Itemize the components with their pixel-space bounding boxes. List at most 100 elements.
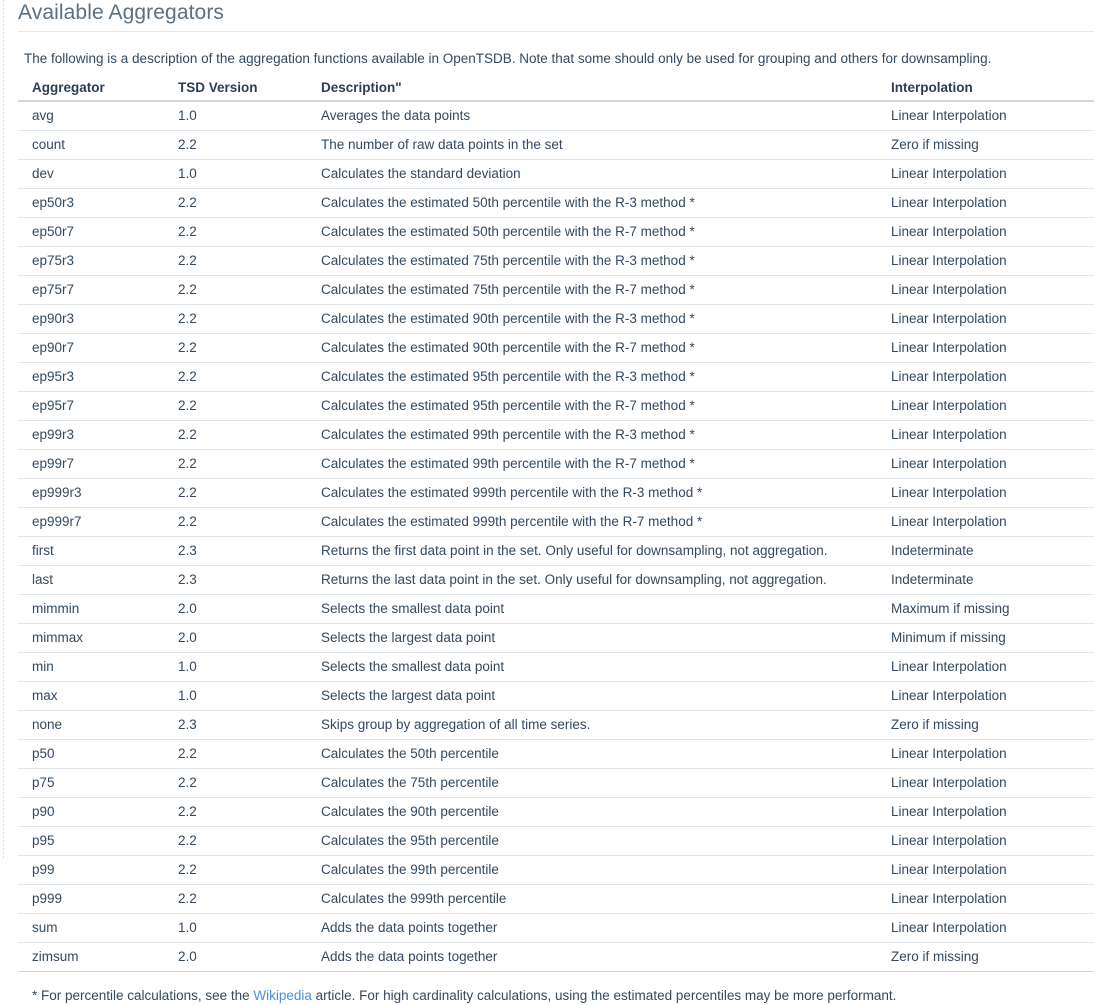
table-row: p75 2.2 Calculates the 75th percentile Line… — [18, 768, 1094, 798]
cell-interpolation: Linear Interpolation — [877, 652, 1094, 682]
cell-version: 2.2 — [164, 884, 307, 914]
cell-version: 2.2 — [164, 188, 307, 218]
column-header-aggregator[interactable]: Aggregator — [18, 78, 164, 102]
table-row: first 2.3 Returns the first data point in … — [18, 536, 1094, 566]
cell-version: 2.2 — [164, 275, 307, 305]
cell-aggregator: ep99r3 — [18, 420, 164, 450]
table-row: ep95r3 2.2 Calculates the estimated 95th p… — [18, 362, 1094, 392]
table-row: dev 1.0 Calculates the standard deviation L… — [18, 159, 1094, 189]
cell-interpolation: Linear Interpolation — [877, 304, 1094, 334]
cell-interpolation: Linear Interpolation — [877, 420, 1094, 450]
table-row: avg 1.0 Averages the data points Linear Int… — [18, 101, 1094, 131]
cell-version: 2.0 — [164, 623, 307, 653]
cell-aggregator: p50 — [18, 739, 164, 769]
cell-aggregator: max — [18, 681, 164, 711]
cell-description: Selects the largest data point — [307, 681, 877, 711]
table-row: ep90r7 2.2 Calculates the estimated 90th p… — [18, 333, 1094, 363]
table-header: Aggregator TSD Version Description" Inte… — [18, 78, 1094, 102]
cell-aggregator: ep50r3 — [18, 188, 164, 218]
cell-description: Calculates the 50th percentile — [307, 739, 877, 769]
cell-interpolation: Linear Interpolation — [877, 478, 1094, 508]
cell-interpolation: Indeterminate — [877, 536, 1094, 566]
aggregators-table: Aggregator TSD Version Description" Inte… — [18, 78, 1094, 972]
table-row: ep99r7 2.2 Calculates the estimated 99th p… — [18, 449, 1094, 479]
cell-description: Adds the data points together — [307, 913, 877, 943]
table-row: max 1.0 Selects the largest data point Line… — [18, 681, 1094, 711]
column-header-tsd-version[interactable]: TSD Version — [164, 78, 307, 102]
cell-version: 1.0 — [164, 652, 307, 682]
table-row: mimmin 2.0 Selects the smallest data point… — [18, 594, 1094, 624]
cell-version: 2.2 — [164, 130, 307, 160]
cell-interpolation: Linear Interpolation — [877, 217, 1094, 247]
cell-aggregator: ep90r3 — [18, 304, 164, 334]
table-row: sum 1.0 Adds the data points together Linea… — [18, 913, 1094, 943]
cell-interpolation: Linear Interpolation — [877, 246, 1094, 276]
cell-interpolation: Linear Interpolation — [877, 188, 1094, 218]
cell-interpolation: Minimum if missing — [877, 623, 1094, 653]
cell-description: Calculates the 95th percentile — [307, 826, 877, 856]
cell-interpolation: Linear Interpolation — [877, 884, 1094, 914]
cell-aggregator: first — [18, 536, 164, 566]
cell-description: Calculates the estimated 99th percentile… — [307, 449, 877, 479]
table-row: p95 2.2 Calculates the 95th percentile Line… — [18, 826, 1094, 856]
cell-version: 2.2 — [164, 420, 307, 450]
cell-interpolation: Zero if missing — [877, 710, 1094, 740]
table-row: p50 2.2 Calculates the 50th percentile Line… — [18, 739, 1094, 769]
cell-aggregator: p95 — [18, 826, 164, 856]
cell-description: Calculates the 75th percentile — [307, 768, 877, 798]
cell-version: 2.3 — [164, 710, 307, 740]
cell-aggregator: p75 — [18, 768, 164, 798]
cell-interpolation: Linear Interpolation — [877, 739, 1094, 769]
page-title: Available Aggregators — [18, 1, 225, 24]
column-header-description[interactable]: Description" — [307, 78, 877, 102]
intro-paragraph: The following is a description of the ag… — [24, 51, 992, 66]
cell-version: 2.3 — [164, 565, 307, 595]
cell-description: Selects the smallest data point — [307, 652, 877, 682]
table-row: ep95r7 2.2 Calculates the estimated 95th p… — [18, 391, 1094, 421]
table-row: last 2.3 Returns the last data point in th… — [18, 565, 1094, 595]
cell-version: 1.0 — [164, 681, 307, 711]
cell-interpolation: Zero if missing — [877, 130, 1094, 160]
cell-description: Calculates the estimated 75th percentile… — [307, 275, 877, 305]
cell-interpolation: Indeterminate — [877, 565, 1094, 595]
cell-version: 1.0 — [164, 159, 307, 189]
cell-aggregator: p999 — [18, 884, 164, 914]
table-row: p90 2.2 Calculates the 90th percentile Line… — [18, 797, 1094, 827]
table-row: ep90r3 2.2 Calculates the estimated 90th p… — [18, 304, 1094, 334]
cell-interpolation: Linear Interpolation — [877, 449, 1094, 479]
cell-description: Skips group by aggregation of all time s… — [307, 710, 877, 740]
cell-version: 2.3 — [164, 536, 307, 566]
cell-interpolation: Linear Interpolation — [877, 797, 1094, 827]
left-edge-rail — [3, 0, 4, 860]
cell-aggregator: none — [18, 710, 164, 740]
cell-aggregator: min — [18, 652, 164, 682]
cell-aggregator: zimsum — [18, 942, 164, 972]
table-header-row: Aggregator TSD Version Description" Inte… — [18, 78, 1094, 102]
cell-aggregator: ep75r7 — [18, 275, 164, 305]
cell-description: Calculates the estimated 95th percentile… — [307, 391, 877, 421]
cell-version: 2.0 — [164, 942, 307, 972]
cell-interpolation: Linear Interpolation — [877, 768, 1094, 798]
cell-version: 2.2 — [164, 217, 307, 247]
cell-interpolation: Maximum if missing — [877, 594, 1094, 624]
table-row: count 2.2 The number of raw data points in… — [18, 130, 1094, 160]
column-header-interpolation[interactable]: Interpolation — [877, 78, 1094, 102]
cell-version: 2.2 — [164, 246, 307, 276]
cell-version: 2.2 — [164, 768, 307, 798]
wikipedia-link[interactable]: Wikipedia — [253, 988, 312, 1003]
table-row: mimmax 2.0 Selects the largest data point M… — [18, 623, 1094, 653]
cell-interpolation: Linear Interpolation — [877, 681, 1094, 711]
cell-description: Selects the largest data point — [307, 623, 877, 653]
cell-description: Selects the smallest data point — [307, 594, 877, 624]
cell-description: Returns the last data point in the set. … — [307, 565, 877, 595]
cell-version: 2.2 — [164, 304, 307, 334]
cell-interpolation: Linear Interpolation — [877, 826, 1094, 856]
cell-description: The number of raw data points in the set — [307, 130, 877, 160]
cell-aggregator: ep99r7 — [18, 449, 164, 479]
cell-version: 2.2 — [164, 739, 307, 769]
cell-version: 2.0 — [164, 594, 307, 624]
cell-version: 2.2 — [164, 449, 307, 479]
table-row: none 2.3 Skips group by aggregation of all… — [18, 710, 1094, 740]
cell-aggregator: ep75r3 — [18, 246, 164, 276]
cell-description: Adds the data points together — [307, 942, 877, 972]
